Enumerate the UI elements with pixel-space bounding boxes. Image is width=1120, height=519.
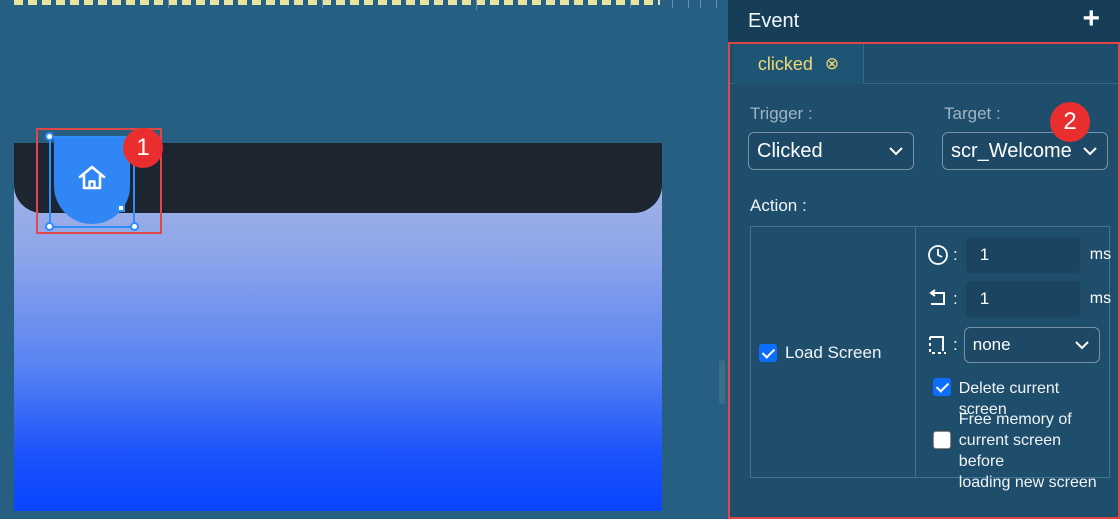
chevron-down-icon — [1083, 146, 1097, 156]
free-memory-line-1: Free memory of — [958, 411, 1072, 428]
badge-1: 1 — [123, 128, 163, 168]
event-tab-bar: clicked ⊗ — [730, 44, 1118, 84]
free-memory-row: Free memory of current screen before loa… — [933, 409, 1109, 493]
animation-colon: : — [953, 335, 958, 354]
delay-colon: : — [953, 245, 958, 264]
target-label: Target : — [944, 104, 1001, 123]
target-select[interactable]: scr_Welcome — [942, 132, 1108, 170]
tab-clicked[interactable]: clicked ⊗ — [734, 44, 864, 84]
action-label: Action : — [750, 196, 807, 215]
time-unit: ms — [1089, 290, 1112, 307]
delay-input[interactable]: 1 — [965, 237, 1080, 273]
ruler-dashes — [14, 0, 660, 5]
delay-row: : 1 ms — [927, 237, 1111, 273]
load-screen-checkbox[interactable] — [759, 344, 777, 362]
panel-title: Event — [748, 9, 800, 32]
free-memory-line-2: current screen before — [958, 432, 1062, 470]
time-row: : 1 ms — [927, 281, 1111, 317]
animation-select[interactable]: none — [963, 327, 1100, 363]
close-circle-icon[interactable]: ⊗ — [825, 54, 839, 74]
ruler-tick — [700, 0, 701, 8]
free-memory-label: Free memory of current screen before loa… — [959, 409, 1109, 493]
ruler-tick — [168, 0, 169, 8]
time-input[interactable]: 1 — [965, 281, 1080, 317]
ruler-tick — [716, 0, 717, 8]
animation-value: none — [972, 335, 1011, 354]
target-value: scr_Welcome — [951, 139, 1072, 162]
panel-resize-grip[interactable] — [719, 360, 725, 404]
trigger-value: Clicked — [757, 139, 823, 162]
free-memory-line-3: loading new screen — [958, 474, 1097, 491]
ruler-tick — [322, 0, 323, 8]
ruler-tick — [672, 0, 673, 8]
event-panel: Event + clicked ⊗ Trigger : Clicked Targ… — [728, 0, 1120, 519]
action-divider — [915, 227, 916, 477]
dashed-frame-icon — [929, 336, 946, 354]
trigger-select[interactable]: Clicked — [748, 132, 914, 170]
ruler-tick — [630, 0, 631, 8]
top-ruler — [0, 0, 728, 10]
badge-2: 2 — [1050, 102, 1090, 142]
delay-unit: ms — [1089, 246, 1112, 263]
action-table: Load Screen : 1 ms : 1 ms: none Delete … — [750, 226, 1111, 491]
add-event-button[interactable]: + — [1082, 4, 1100, 34]
design-canvas[interactable]: 1 — [0, 0, 728, 519]
chevron-down-icon — [1075, 340, 1089, 350]
clock-icon — [928, 245, 948, 265]
panel-header: Event + — [728, 0, 1120, 42]
return-arrow-icon — [929, 289, 945, 305]
ruler-tick — [476, 0, 477, 10]
chevron-down-icon — [889, 146, 903, 156]
event-editor: clicked ⊗ Trigger : Clicked Target : scr… — [728, 42, 1120, 519]
delete-current-checkbox[interactable] — [933, 378, 951, 396]
free-memory-checkbox[interactable] — [933, 431, 951, 449]
load-screen-row: Load Screen — [759, 343, 881, 363]
time-colon: : — [953, 289, 958, 308]
animation-row: : none — [927, 327, 1100, 363]
load-screen-label: Load Screen — [785, 343, 882, 362]
tab-label: clicked — [757, 53, 813, 74]
ruler-tick — [688, 0, 689, 8]
trigger-label: Trigger : — [750, 104, 813, 123]
